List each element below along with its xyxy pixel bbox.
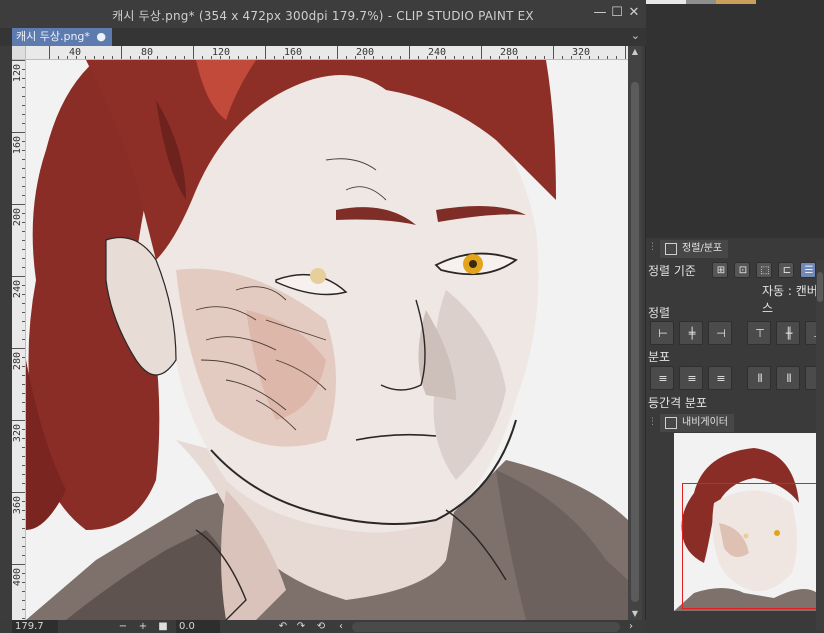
minimize-button[interactable]: — [592,5,608,21]
close-button[interactable]: ✕ [626,5,642,21]
ruler-v-label: 360 [12,496,23,515]
fit-button[interactable]: ■ [156,620,170,633]
drawing-canvas[interactable] [26,60,628,620]
color-strip [716,0,756,4]
rotate-left-icon[interactable]: ↶ [276,620,290,633]
canvas-subwindow: 캐시 두상.png* (354 x 472px 300dpi 179.7%) -… [0,0,646,633]
align-to-guide-icon[interactable]: ⊏ [778,262,794,278]
canvas-horizontal-scrollbar[interactable] [352,622,620,632]
scroll-left-icon[interactable]: ‹ [334,620,348,633]
align-auto-icon[interactable]: ☰ [800,262,816,278]
align-panel-tab[interactable]: 정렬/분포 [660,240,729,258]
ruler-v-label: 280 [12,352,23,371]
horizontal-ruler-ticks [49,46,626,59]
align-center-h-icon[interactable]: ╪ [679,321,703,345]
ruler-h-label: 40 [69,47,82,58]
ruler-h-label: 120 [212,47,231,58]
rotate-right-icon[interactable]: ↷ [294,620,308,633]
align-criteria-label: 정렬 기준 [648,264,696,278]
right-panel-area: ⋮ 정렬/분포 정렬 기준 ⊞ ⊡ ⬚ ⊏ ☰ 자동 : 캔버스 정렬 ⊢ ╪ … [646,0,824,633]
auto-canvas-label: 자동 : 캔버스 [762,284,818,315]
ruler-h-label: 200 [356,47,375,58]
vertical-ruler[interactable]: 120 160 200 240 280 320 360 400 [12,60,26,620]
align-to-canvas-icon[interactable]: ⬚ [756,262,772,278]
navigator-preview[interactable] [674,433,817,611]
scroll-down-icon[interactable]: ▼ [628,608,642,620]
align-section-label: 정렬 [648,306,671,320]
distribute-left-icon[interactable]: ⦀ [747,366,771,390]
ruler-v-label: 320 [12,424,23,443]
distribute-section-label: 분포 [648,350,671,364]
ruler-h-label: 320 [572,47,591,58]
ruler-v-label: 240 [12,280,23,299]
navigator-panel-tab-label: 내비게이터 [682,417,728,428]
panel-scrollbar[interactable] [816,260,824,630]
scroll-up-icon[interactable]: ▲ [628,46,642,58]
distribute-bottom-icon[interactable]: ≡ [708,366,732,390]
ruler-v-label: 200 [12,208,23,227]
panel-grip-icon[interactable]: ⋮ [648,417,657,427]
ruler-h-label: 80 [141,47,154,58]
ruler-corner [12,46,26,60]
status-bar: 179.7 − + ■ 0.0 ↶ ↷ ⟲ ‹ › [0,620,646,633]
align-to-layer-icon[interactable]: ⊡ [734,262,750,278]
align-top-icon[interactable]: ⊤ [747,321,771,345]
upper-panel-empty [646,0,824,238]
scrollbar-thumb[interactable] [631,82,639,602]
equal-spacing-label: 등간격 분포 [648,396,708,410]
align-panel-icon [665,243,677,255]
navigator-view-rect[interactable] [682,483,817,609]
panel-grip-icon[interactable]: ⋮ [648,242,657,252]
color-strip [646,0,686,4]
reset-rotation-icon[interactable]: ⟲ [314,620,328,633]
document-tab-label: 캐시 두상.png* [16,30,90,43]
portrait-artwork [26,60,628,620]
unsaved-dot-icon: ● [96,30,106,43]
color-strip [686,0,716,4]
distribute-center-h-icon[interactable]: ⦀ [776,366,800,390]
zoom-in-button[interactable]: + [136,620,150,633]
window-title: 캐시 두상.png* (354 x 472px 300dpi 179.7%) -… [112,9,534,23]
align-center-v-icon[interactable]: ╫ [776,321,800,345]
distribute-top-icon[interactable]: ≡ [650,366,674,390]
ruler-v-label: 400 [12,568,23,587]
rotation-field[interactable]: 0.0 [176,620,220,633]
ruler-h-label: 280 [500,47,519,58]
align-panel-tab-label: 정렬/분포 [682,243,723,254]
align-left-icon[interactable]: ⊢ [650,321,674,345]
document-tabbar: 캐시 두상.png* ● ⌄ [0,28,646,46]
distribute-center-v-icon[interactable]: ≡ [679,366,703,390]
navigator-panel-icon [665,417,677,429]
ruler-h-label: 160 [284,47,303,58]
window-titlebar[interactable]: 캐시 두상.png* (354 x 472px 300dpi 179.7%) -… [0,0,646,28]
maximize-button[interactable]: ☐ [609,5,625,21]
ruler-v-label: 120 [12,64,23,83]
canvas-vertical-scrollbar[interactable]: ▲ ▼ [628,46,642,620]
document-tab[interactable]: 캐시 두상.png* ● [12,28,112,46]
zoom-field[interactable]: 179.7 [12,620,58,633]
chevron-down-icon[interactable]: ⌄ [631,29,640,42]
align-right-icon[interactable]: ⊣ [708,321,732,345]
ruler-h-label: 240 [428,47,447,58]
horizontal-ruler[interactable]: 40 80 120 160 200 240 280 320 [12,46,628,60]
ruler-v-label: 160 [12,136,23,155]
panel-scrollbar-thumb[interactable] [817,272,823,302]
align-to-selection-icon[interactable]: ⊞ [712,262,728,278]
scroll-right-icon[interactable]: › [624,620,638,633]
zoom-out-button[interactable]: − [116,620,130,633]
navigator-panel-tab[interactable]: 내비게이터 [660,414,734,432]
